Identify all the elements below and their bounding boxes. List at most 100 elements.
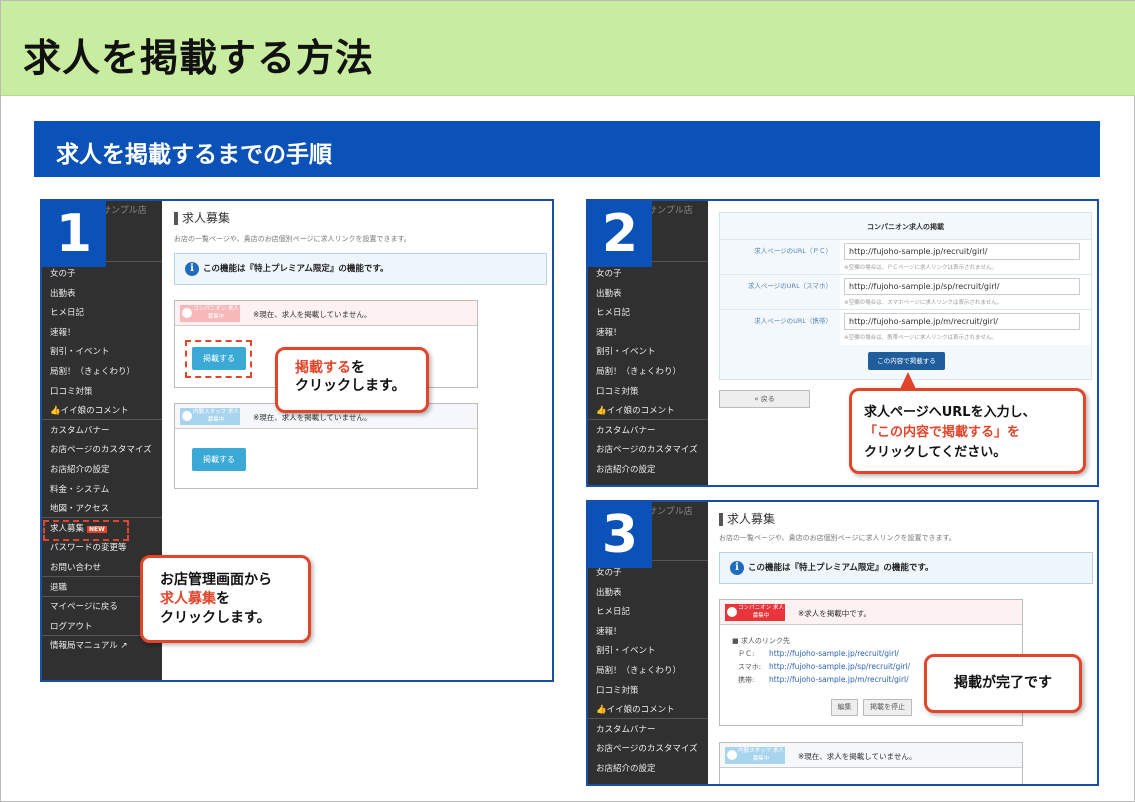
sidebar-item[interactable]: カスタムバナー (588, 723, 708, 735)
url-input[interactable]: http://fujoho-sample.jp/sp/recruit/girl/ (844, 278, 1080, 295)
sidebar-item[interactable]: 出勤表 (588, 287, 708, 299)
sidebar-item[interactable]: お店紹介の設定 (588, 463, 708, 475)
sidebar-item[interactable]: 割引・イベント (588, 644, 708, 656)
sidebar-item[interactable]: 女の子 (42, 267, 162, 279)
sidebar-item[interactable]: 速報！ (588, 625, 708, 637)
callout-click-recruit: お店管理画面から 求人募集を クリックします。 (140, 555, 311, 643)
back-button[interactable]: « 戻る (719, 390, 810, 408)
url-input[interactable]: http://fujoho-sample.jp/m/recruit/girl/ (844, 313, 1080, 330)
info-icon: i (185, 262, 199, 276)
sidebar-divider (42, 419, 162, 421)
url-note: ※空欄の場合は、スマホページに求人リンクは表示されません。 (844, 300, 1003, 306)
sidebar-item[interactable]: 口コミ対策 (588, 684, 708, 696)
smile-icon (727, 607, 737, 617)
callout-complete: 掲載が完了です (924, 654, 1082, 713)
url-label: 求人ページのURL（スマホ） (747, 282, 832, 290)
sidebar-divider (588, 419, 708, 421)
link-label: スマホ: (738, 663, 762, 671)
staff-recruit-box: 内勤スタッフ 求人 募集中 ※現在、求人を掲載していません。 掲載する (174, 403, 478, 489)
callout-tail (900, 372, 916, 389)
sidebar-item[interactable]: 速報！ (588, 326, 708, 338)
recruit-link[interactable]: http://fujoho-sample.jp/sp/recruit/girl/ (769, 662, 910, 671)
sidebar-item[interactable]: お店ページのカスタマイズ (588, 443, 708, 455)
url-note: ※空欄の場合は、携帯ページに求人リンクは表示されません。 (844, 335, 997, 341)
sidebar-item[interactable]: 👍イイ娘のコメント (588, 404, 708, 416)
sidebar-item[interactable]: お店ページのカスタマイズ (588, 742, 708, 754)
submit-post-button[interactable]: この内容で掲載する (868, 352, 945, 370)
sidebar-item[interactable]: 口コミ対策 (588, 385, 708, 397)
sidebar-item[interactable]: 👍イイ娘のコメント (42, 404, 162, 416)
url-note: ※空欄の場合は、ＰＣページに求人リンクは表示されません。 (844, 265, 997, 271)
step-number: 3 (588, 502, 652, 568)
recruit-form: コンパニオン求人の掲載 求人ページのURL（ＰＣ） http://fujoho-… (719, 212, 1092, 380)
step-number: 1 (42, 201, 106, 267)
recruit-link[interactable]: http://fujoho-sample.jp/m/recruit/girl/ (769, 675, 909, 684)
form-title: コンパニオン求人の掲載 (867, 223, 944, 231)
sidebar-item[interactable]: 女の子 (588, 267, 708, 279)
stop-posting-button[interactable]: 掲載を停止 (863, 699, 912, 716)
url-input[interactable]: http://fujoho-sample.jp/recruit/girl/ (844, 243, 1080, 260)
step3-panel: サンプル店 女の子 出勤表 ヒメ日記 速報！ 割引・イベント 局割！（きょくわり） 口コミ対策… (586, 500, 1099, 786)
step1-panel: サンプル店女の子出勤表ヒメ日記速報！ 割引・イベント 局割！（きょくわり） 口コミ対策… (40, 199, 554, 682)
sidebar-item[interactable]: カスタムバナー (588, 424, 708, 436)
sidebar-item[interactable]: 局割！（きょくわり） (42, 365, 162, 377)
smile-icon (182, 411, 192, 421)
page-header: 求人を掲載する方法 (1, 1, 1135, 96)
shop-name: サンプル店 (102, 206, 147, 216)
url-label: 求人ページのURL（携帯） (754, 317, 832, 325)
sidebar-item[interactable]: ヒメ日記 (588, 605, 708, 617)
sidebar-item[interactable]: 速報！ (42, 326, 162, 338)
recruit-link[interactable]: http://fujoho-sample.jp/recruit/girl/ (769, 649, 899, 658)
callout-enter-url: 求人ページへURLを入力し、 「この内容で掲載する」を クリックしてください。 (849, 388, 1086, 474)
smile-icon (727, 750, 737, 760)
companion-badge: コンパニオン 求人 募集中 (725, 604, 785, 621)
content-description: お店の一覧ページや、貴店のお店個別ページに求人リンクを設置できます。 (719, 534, 956, 542)
info-text: この機能は『特上プレミアム限定』の機能です。 (203, 264, 389, 274)
staff-status: ※現在、求人を掲載していません。 (798, 752, 917, 761)
link-label: 携帯: (738, 676, 755, 684)
sidebar-item[interactable]: 割引・イベント (42, 345, 162, 357)
content-title: 求人募集 (719, 513, 775, 526)
content-title: 求人募集 (174, 212, 230, 225)
staff-status: ※現在、求人を掲載していません。 (253, 413, 372, 422)
staff-post-button[interactable]: 掲載する (192, 448, 246, 471)
sidebar-item[interactable]: 割引・イベント (588, 345, 708, 357)
shop-name: サンプル店 (648, 507, 693, 517)
sidebar-divider (588, 718, 708, 720)
form-row: 求人ページのURL（ＰＣ） http://fujoho-sample.jp/re… (720, 239, 1091, 275)
form-row: 求人ページのURL（携帯） http://fujoho-sample.jp/m/… (720, 309, 1091, 345)
staff-badge: 内勤スタッフ 求人 募集中 (725, 747, 785, 764)
sidebar-item[interactable]: お店ページのカスタマイズ (42, 443, 162, 455)
sidebar-item[interactable]: 料金・システム (42, 483, 162, 495)
info-text: この機能は『特上プレミアム限定』の機能です。 (748, 563, 934, 573)
sidebar-item[interactable]: 出勤表 (588, 586, 708, 598)
sidebar-item[interactable]: ヒメ日記 (588, 306, 708, 318)
section-header: 求人を掲載するまでの手順 (34, 121, 1100, 177)
sidebar-item[interactable]: 👍イイ娘のコメント (588, 703, 708, 715)
form-row: 求人ページのURL（スマホ） http://fujoho-sample.jp/s… (720, 274, 1091, 310)
companion-status: ※現在、求人を掲載していません。 (253, 310, 372, 319)
sidebar-item[interactable]: 出勤表 (42, 287, 162, 299)
callout-click-post: 掲載するを クリックします。 (275, 347, 429, 413)
sidebar-item[interactable]: お店紹介の設定 (588, 762, 708, 774)
edit-button[interactable]: 編集 (831, 699, 858, 716)
sidebar-item[interactable]: 局割！（きょくわり） (588, 664, 708, 676)
sidebar-divider (42, 517, 162, 519)
premium-info-box: i この機能は『特上プレミアム限定』の機能です。 (719, 552, 1093, 584)
sidebar-item[interactable]: パスワードの変更等 (42, 541, 162, 553)
staff-badge: 内勤スタッフ 求人 募集中 (180, 408, 240, 425)
highlight-recruit-menu (43, 520, 129, 541)
sidebar-item[interactable]: 口コミ対策 (42, 385, 162, 397)
companion-badge: コンパニオン 求人 募集中 (180, 305, 240, 322)
companion-status: ※求人を掲載中です。 (798, 609, 872, 618)
sidebar-item[interactable]: お店紹介の設定 (42, 463, 162, 475)
sidebar-item[interactable]: ヒメ日記 (42, 306, 162, 318)
sidebar-item[interactable]: カスタムバナー (42, 424, 162, 436)
section-title: 求人を掲載するまでの手順 (56, 142, 332, 168)
content-description: お店の一覧ページや、貴店のお店個別ページに求人リンクを設置できます。 (174, 235, 411, 243)
info-icon: i (730, 561, 744, 575)
staff-recruit-box: 内勤スタッフ 求人 募集中 ※現在、求人を掲載していません。 (719, 742, 1023, 784)
sidebar-item[interactable]: 局割！（きょくわり） (588, 365, 708, 377)
shop-name: サンプル店 (648, 206, 693, 216)
sidebar-item[interactable]: 地図・アクセス (42, 502, 162, 514)
